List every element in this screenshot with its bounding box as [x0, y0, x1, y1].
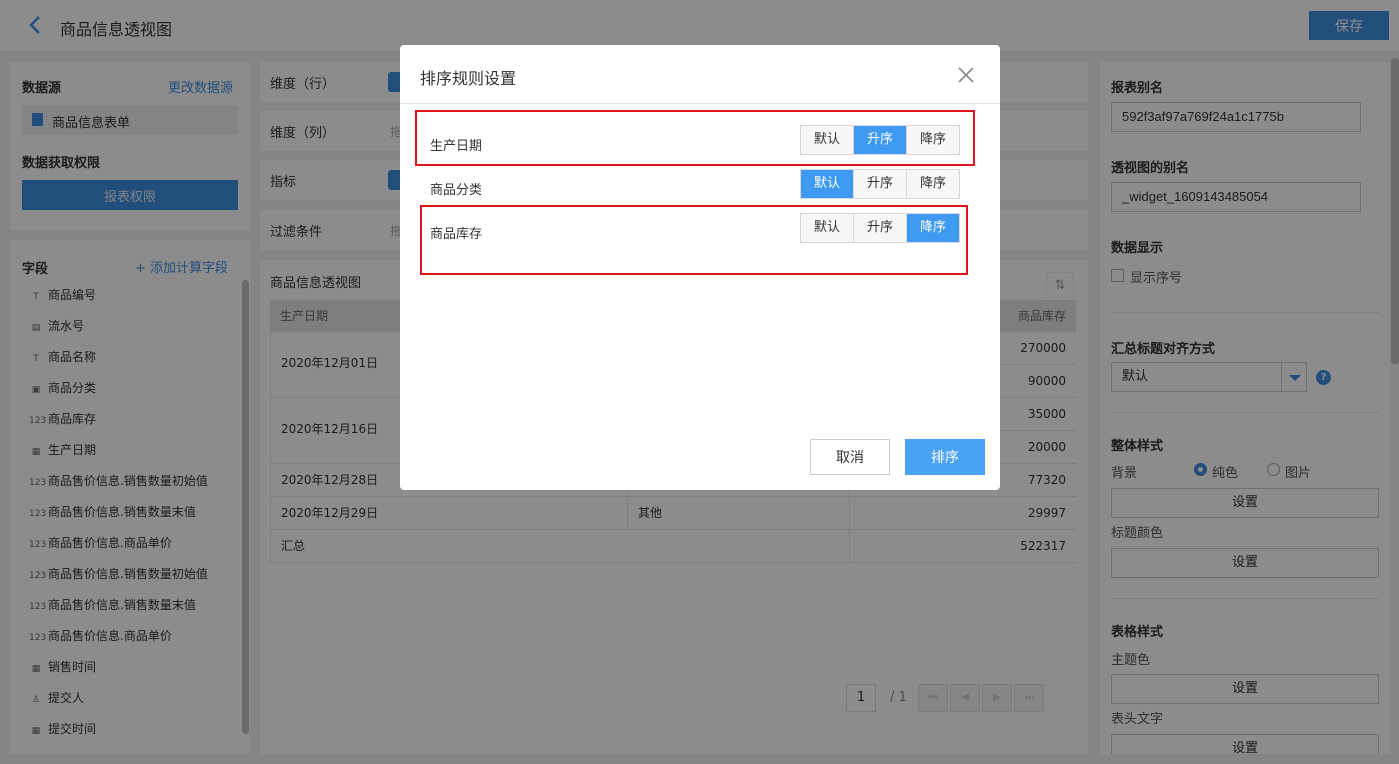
sort-row-category: 商品分类 默认 升序 降序: [430, 169, 970, 199]
confirm-sort-button[interactable]: 排序: [905, 439, 985, 475]
sort-default-button[interactable]: 默认: [801, 170, 854, 198]
sort-desc-button[interactable]: 降序: [907, 170, 959, 198]
dialog-title: 排序规则设置: [420, 69, 517, 88]
sort-row-label: 商品分类: [430, 183, 483, 198]
close-icon[interactable]: [956, 65, 976, 85]
sort-asc-button[interactable]: 升序: [854, 170, 907, 198]
dialog-divider: [400, 103, 1000, 104]
sort-toggle-group: 默认 升序 降序: [800, 169, 960, 199]
highlight-annotation: [420, 205, 968, 275]
cancel-button[interactable]: 取消: [810, 439, 890, 475]
sort-rule-dialog: 排序规则设置 生产日期 默认 升序 降序 商品分类 默认 升序 降序 商品库存 …: [400, 45, 1000, 490]
highlight-annotation: [415, 110, 975, 166]
